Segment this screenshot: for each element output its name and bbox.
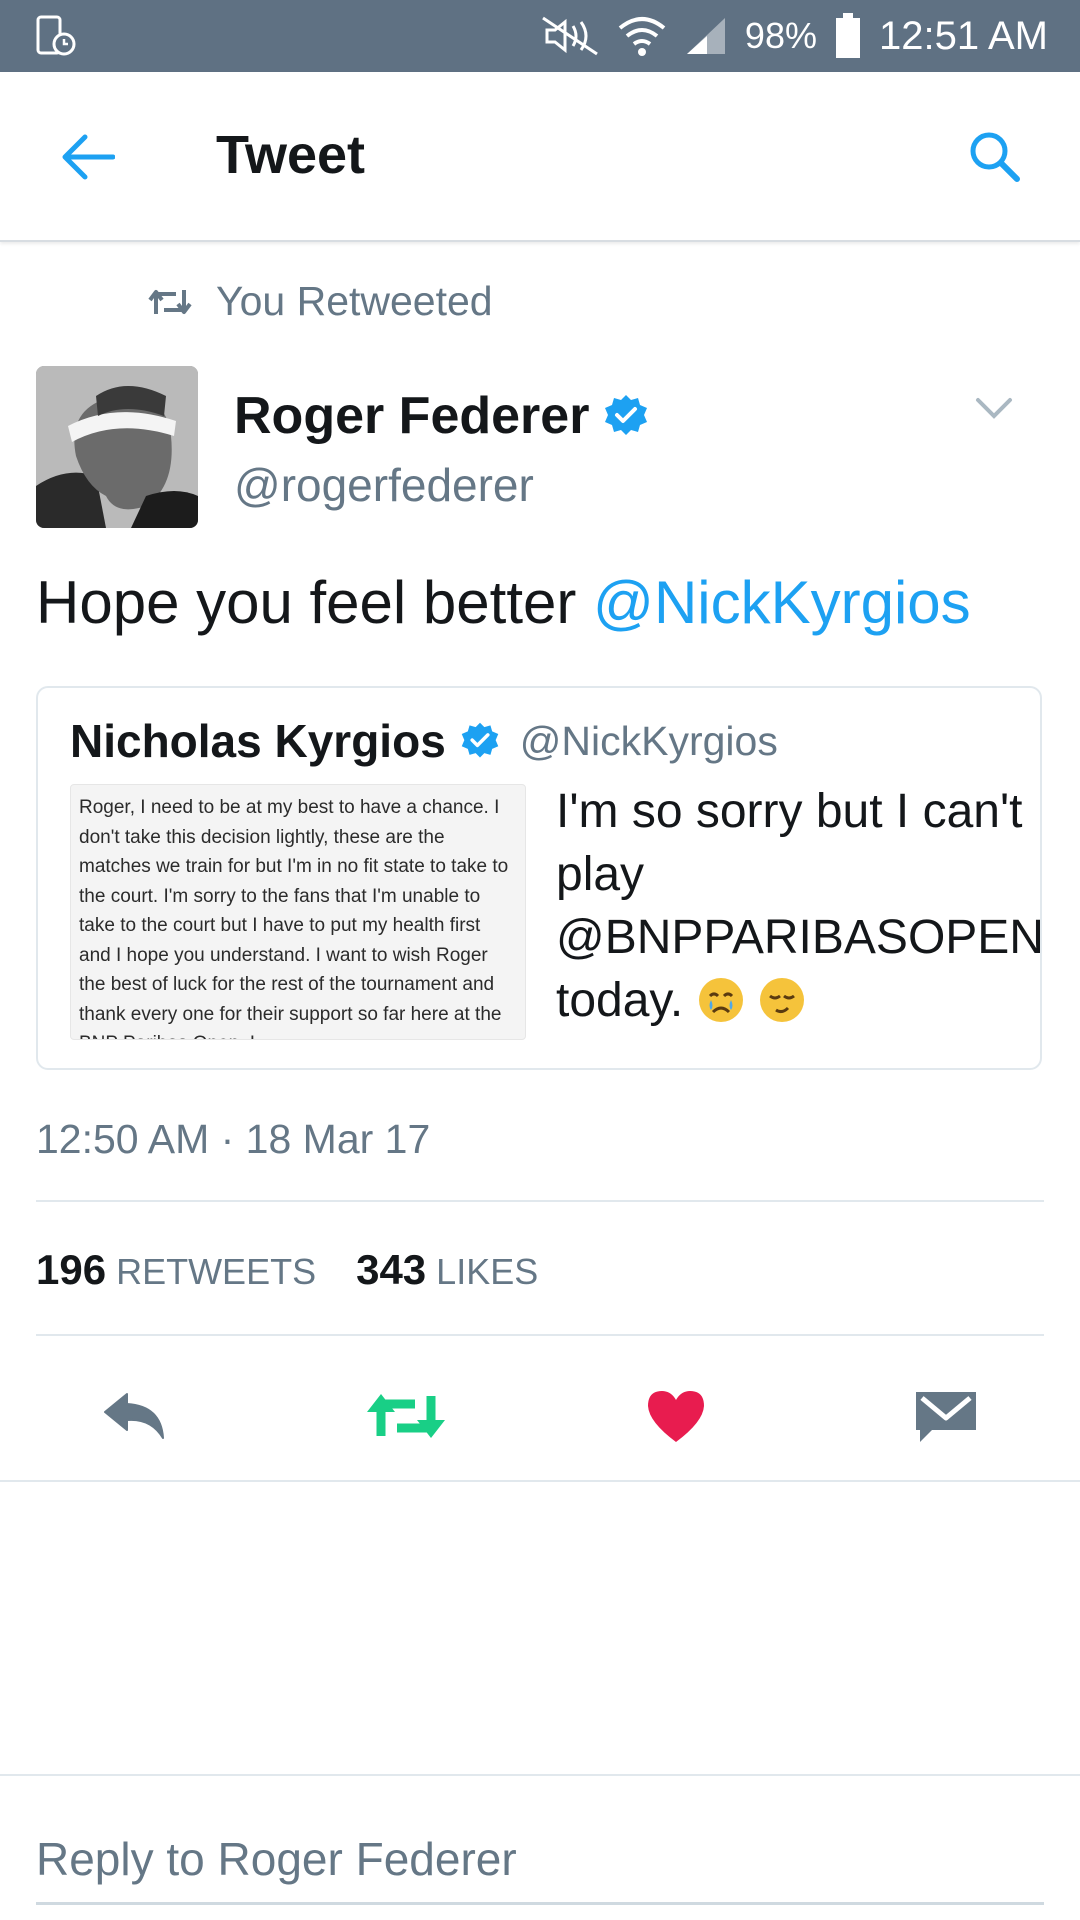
quoted-tweet[interactable]: Nicholas Kyrgios @NickKyrgios Roger, I n… [36,686,1044,1070]
like-button[interactable] [626,1366,726,1466]
envelope-icon [916,1392,976,1442]
divider [36,1334,1044,1336]
battery-percent: 98% [744,15,817,56]
retweets-label: RETWEETS [116,1251,317,1292]
search-button[interactable] [960,122,1030,192]
reply-input[interactable] [36,1816,1044,1905]
quoted-media-image[interactable]: Roger, I need to be at my best to have a… [70,784,526,1040]
phone-clock-icon [36,15,76,56]
author-name[interactable]: Roger Federer [234,386,649,446]
direct-message-button[interactable] [896,1366,996,1466]
heart-icon [648,1391,704,1442]
retweet-context-label: You Retweeted [216,278,493,324]
relieved-face-emoji-icon [759,978,804,1022]
author-name-text: Roger Federer [234,387,590,445]
search-icon [970,132,1020,182]
wifi-icon [618,17,666,56]
crying-face-emoji-icon [698,978,743,1022]
retweet-context: You Retweeted [146,278,493,325]
back-button[interactable] [52,122,122,192]
reply-button[interactable] [86,1366,186,1466]
retweets-stat[interactable]: 196 RETWEETS [36,1246,316,1294]
tweet-text: Hope you feel better @NickKyrgios [36,568,971,637]
tweet-timestamp: 12:50 AM · 18 Mar 17 [36,1116,431,1162]
quoted-media-text: Roger, I need to be at my best to have a… [79,797,509,1039]
avatar[interactable] [36,366,198,528]
retweets-count: 196 [36,1246,107,1293]
author-handle[interactable]: @rogerfederer [234,458,534,512]
quoted-tweet-header: Nicholas Kyrgios @NickKyrgios [70,714,778,768]
app-bar: Tweet [0,72,1080,242]
divider [0,1774,1080,1776]
battery-icon [835,13,860,58]
mention-link[interactable]: @NickKyrgios [593,569,971,636]
tweet-actions [0,1366,1080,1466]
reply-icon [104,1393,164,1439]
verified-badge-icon [605,395,648,435]
retweet-button[interactable] [356,1366,456,1466]
arrow-left-icon [62,134,115,180]
verified-badge-icon [461,722,499,758]
chevron-down-icon[interactable] [974,394,1014,424]
quoted-author-handle: @NickKyrgios [519,717,778,764]
tweet-stats: 196 RETWEETS 343 LIKES [36,1246,538,1294]
clock: 12:51 AM [878,13,1048,58]
status-bar: 98% 12:51 AM [0,0,1080,72]
page-title: Tweet [216,125,366,185]
likes-count: 343 [356,1246,427,1293]
likes-label: LIKES [436,1251,539,1292]
retweet-icon [148,289,192,314]
avatar-image [36,366,198,528]
tweet-text-body: Hope you feel better [36,569,594,636]
quoted-tweet-text: I'm so sorry but I can't play @BNPPARIBA… [556,780,1044,1032]
quoted-author-name: Nicholas Kyrgios [70,715,446,767]
cellular-signal-icon [686,18,725,54]
retweet-icon [367,1394,445,1438]
divider [0,1480,1080,1482]
likes-stat[interactable]: 343 LIKES [356,1246,538,1294]
mute-icon [542,16,598,56]
divider [36,1200,1044,1202]
